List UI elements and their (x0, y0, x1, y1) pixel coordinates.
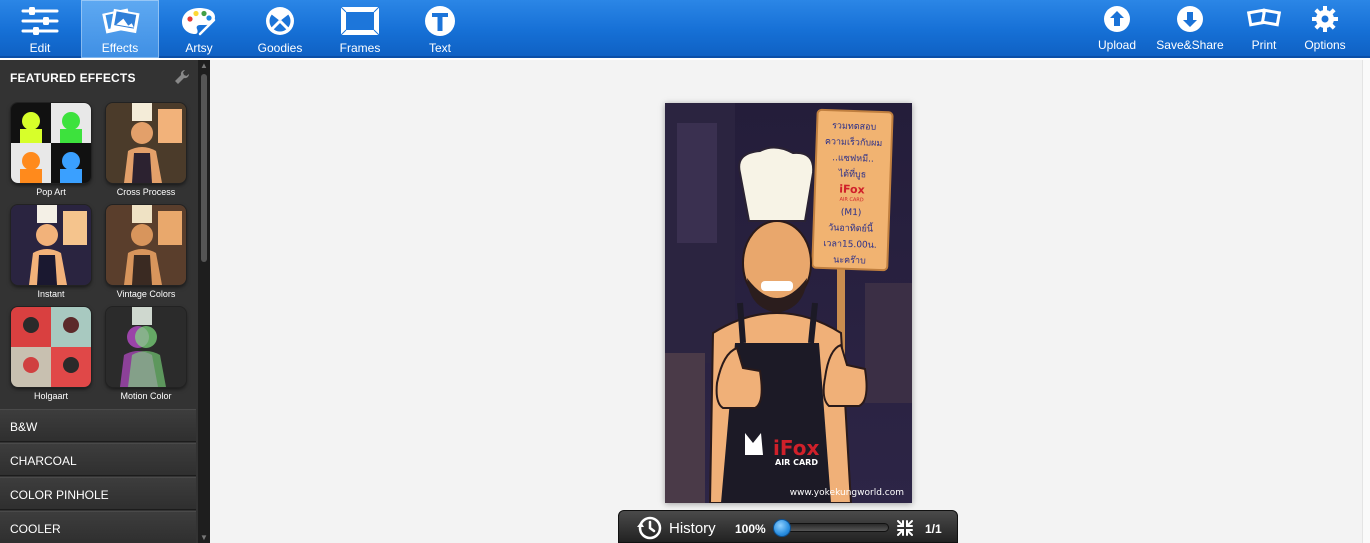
tool-text-label: Text (428, 41, 451, 55)
sign-line: iFox (839, 183, 865, 197)
effect-label: Vintage Colors (116, 289, 176, 299)
edited-photo[interactable]: รวมทดสอบ ความเร็วกับผม ..แซฟหมี.. ได้ที่… (665, 103, 912, 503)
sign-line: AIR CARD (839, 197, 864, 204)
text-icon (425, 6, 455, 36)
sign-line: (M1) (841, 208, 862, 219)
featured-effects-grid: Pop Art Cross Process Instant Vintage Co… (0, 94, 198, 406)
history-label: History (669, 520, 716, 537)
print-icon (1246, 8, 1282, 27)
tool-frames-label: Frames (339, 41, 381, 55)
effect-vintage-colors[interactable]: Vintage Colors (105, 205, 187, 299)
apron-brand: iFox (773, 436, 819, 460)
upload-icon (1104, 6, 1130, 32)
photo-watermark: www.yokekungworld.com (789, 488, 904, 498)
effect-pop-art-thumbnail (11, 103, 91, 183)
effect-instant-thumbnail (11, 205, 91, 285)
bottom-controls: History 100% 1/1 (618, 510, 958, 543)
effect-cross-process-thumbnail (106, 103, 186, 183)
tool-options[interactable]: Options (1298, 0, 1352, 58)
tool-save-share-label: Save&Share (1156, 38, 1224, 52)
tool-text[interactable]: Text (400, 0, 480, 58)
zoom-value: 100% (735, 522, 766, 536)
effect-holgaart[interactable]: Holgaart (10, 307, 92, 401)
tool-goodies-label: Goodies (257, 41, 303, 55)
effect-holgaart-thumbnail (11, 307, 91, 387)
tool-print-label: Print (1251, 38, 1277, 52)
top-toolbar: Edit Effects Artsy Goodies Frames Text U… (0, 0, 1370, 58)
tool-upload[interactable]: Upload (1090, 0, 1144, 58)
tool-frames[interactable]: Frames (320, 0, 400, 58)
zoom-slider-track[interactable] (779, 523, 889, 532)
effect-label: Pop Art (36, 187, 66, 197)
tool-edit-label: Edit (29, 41, 51, 55)
goodies-icon (266, 7, 294, 35)
tool-upload-label: Upload (1097, 38, 1137, 52)
tool-edit[interactable]: Edit (0, 0, 80, 58)
effect-motion-color-thumbnail (106, 307, 186, 387)
gear-icon (1312, 6, 1338, 32)
apron-sub: AIR CARD (775, 458, 818, 467)
wrench-icon[interactable] (174, 69, 190, 85)
frame-icon (340, 6, 380, 36)
tool-effects-label: Effects (101, 41, 139, 55)
sign-line: รวมทดสอบ (832, 121, 877, 133)
sidebar-scroll-thumb[interactable] (201, 74, 207, 262)
scroll-up-arrow-icon[interactable]: ▲ (198, 61, 210, 70)
palette-icon (182, 8, 216, 36)
effect-label: Holgaart (33, 391, 69, 401)
tool-options-label: Options (1304, 38, 1346, 52)
effect-label: Motion Color (120, 391, 172, 401)
photos-icon (102, 8, 140, 34)
effect-label: Cross Process (116, 187, 176, 197)
sidebar-scrollbar[interactable]: ▲ ▼ (198, 60, 210, 543)
zoom-slider-knob[interactable] (773, 519, 791, 537)
history-icon (637, 516, 662, 540)
category-cooler[interactable]: COOLER (0, 511, 196, 543)
scroll-down-arrow-icon[interactable]: ▼ (198, 533, 210, 542)
effect-vintage-colors-thumbnail (106, 205, 186, 285)
download-icon (1177, 6, 1203, 32)
sign-line: ..แซฟหมี.. (832, 152, 874, 164)
sign-line: เวลา15.00น. (823, 239, 877, 251)
effect-motion-color[interactable]: Motion Color (105, 307, 187, 401)
effect-instant[interactable]: Instant (10, 205, 92, 299)
featured-effects-header[interactable]: FEATURED EFFECTS (0, 60, 198, 94)
effect-cross-process[interactable]: Cross Process (105, 103, 187, 197)
tool-print[interactable]: Print (1238, 0, 1290, 58)
effect-pop-art[interactable]: Pop Art (10, 103, 92, 197)
effects-sidebar: FEATURED EFFECTS Pop Art Cross Process I… (0, 60, 210, 543)
category-color-pinhole[interactable]: COLOR PINHOLE (0, 477, 196, 510)
sliders-icon (21, 7, 59, 35)
tool-effects[interactable]: Effects (81, 0, 159, 58)
category-charcoal[interactable]: CHARCOAL (0, 443, 196, 476)
effect-label: Instant (37, 289, 65, 299)
photo-illustration: รวมทดสอบ ความเร็วกับผม ..แซฟหมี.. ได้ที่… (665, 103, 912, 503)
tool-goodies[interactable]: Goodies (240, 0, 320, 58)
tool-artsy-label: Artsy (185, 41, 213, 55)
sign-line: นะคร๊าบ (833, 254, 866, 266)
canvas-scrollbar[interactable] (1362, 60, 1370, 543)
page-indicator: 1/1 (925, 522, 942, 536)
fit-screen-icon[interactable] (896, 519, 914, 537)
featured-effects-title: FEATURED EFFECTS (10, 71, 136, 85)
category-bw[interactable]: B&W (0, 409, 196, 442)
tool-save-share[interactable]: Save&Share (1152, 0, 1228, 58)
tool-artsy[interactable]: Artsy (160, 0, 238, 58)
